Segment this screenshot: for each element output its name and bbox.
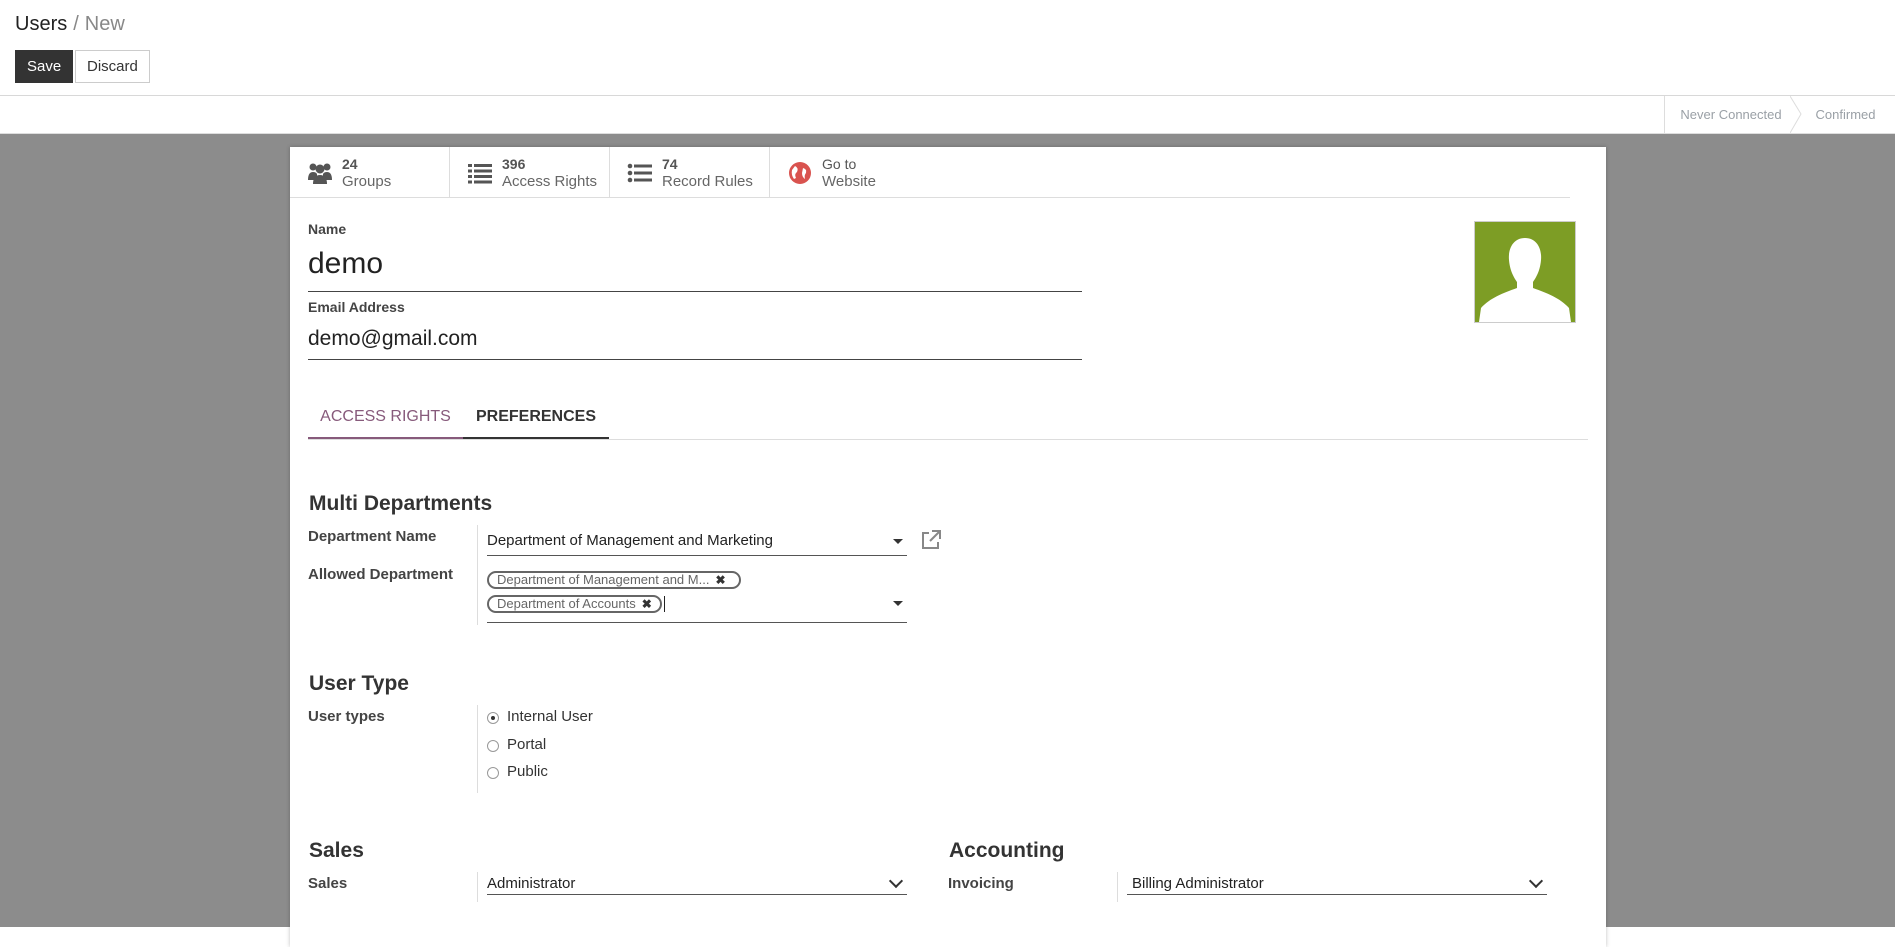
invoicing-underline	[1127, 894, 1547, 895]
access-rights-label: Access Rights	[502, 173, 598, 190]
globe-icon	[789, 162, 811, 184]
save-button[interactable]: Save	[15, 50, 74, 83]
access-rights-smart-button[interactable]: 396 Access Rights	[450, 147, 610, 197]
access-rights-count: 396	[502, 156, 526, 172]
allowed-department-tag[interactable]: Department of Accounts ✖	[487, 595, 662, 613]
dropdown-caret-icon[interactable]	[893, 539, 903, 544]
radio-internal-user[interactable]	[487, 712, 499, 724]
field-separator	[477, 705, 478, 793]
department-name-underline	[487, 555, 907, 556]
email-underline	[308, 359, 1082, 360]
list-icon	[627, 163, 652, 183]
name-underline	[308, 291, 1082, 292]
groups-count: 24	[342, 156, 358, 172]
department-name-field[interactable]: Department of Management and Marketing	[487, 532, 773, 549]
field-separator	[477, 872, 478, 902]
breadcrumb-parent[interactable]: Users	[15, 13, 67, 35]
field-separator	[477, 525, 478, 625]
remove-tag-icon[interactable]: ✖	[715, 573, 725, 587]
stage-confirmed[interactable]: Confirmed	[1796, 96, 1895, 133]
user-placeholder-icon	[1479, 238, 1571, 322]
user-type-title: User Type	[309, 672, 409, 695]
notebook-tabs: ACCESS RIGHTS PREFERENCES	[308, 395, 1588, 440]
radio-portal-label[interactable]: Portal	[507, 736, 546, 753]
sales-title: Sales	[309, 839, 364, 862]
radio-portal[interactable]	[487, 740, 499, 752]
email-field[interactable]: demo@gmail.com	[308, 327, 478, 351]
discard-button[interactable]: Discard	[75, 50, 150, 83]
tab-preferences[interactable]: PREFERENCES	[463, 395, 609, 439]
allowed-department-underline	[487, 622, 907, 623]
go-to-website-smart-button[interactable]: Go to Website	[770, 147, 930, 197]
radio-public[interactable]	[487, 767, 499, 779]
avatar[interactable]	[1474, 221, 1576, 323]
name-field[interactable]: demo	[308, 247, 383, 281]
name-label: Name	[308, 221, 347, 237]
allowed-department-label: Allowed Department	[308, 566, 454, 583]
tag-label: Department of Management and M...	[497, 572, 710, 587]
invoicing-select[interactable]: Billing Administrator	[1132, 875, 1264, 892]
radio-internal-user-label[interactable]: Internal User	[507, 708, 593, 725]
button-box: 24 Groups 396 Access Rights 74 Record Ru…	[290, 147, 1570, 198]
breadcrumb-separator: /	[73, 13, 79, 35]
tag-label: Department of Accounts	[497, 596, 636, 611]
record-rules-smart-button[interactable]: 74 Record Rules	[610, 147, 770, 197]
tab-access-rights[interactable]: ACCESS RIGHTS	[308, 395, 463, 439]
email-label: Email Address	[308, 299, 405, 315]
radio-public-label[interactable]: Public	[507, 763, 548, 780]
department-name-label: Department Name	[308, 528, 437, 545]
remove-tag-icon[interactable]: ✖	[642, 597, 652, 611]
status-bar: Never Connected Confirmed	[0, 96, 1895, 134]
groups-label: Groups	[342, 173, 392, 190]
website-label: Website	[822, 173, 876, 190]
invoicing-label: Invoicing	[948, 875, 1014, 892]
allowed-department-tag[interactable]: Department of Management and M... ✖	[487, 571, 741, 589]
dropdown-caret-icon[interactable]	[893, 601, 903, 606]
chevron-down-icon[interactable]	[1528, 873, 1544, 889]
list-icon	[468, 164, 492, 184]
record-rules-label: Record Rules	[662, 173, 753, 190]
users-icon	[308, 163, 332, 184]
go-to-text: Go to	[822, 156, 857, 172]
breadcrumb-current: New	[84, 13, 125, 35]
sales-label: Sales	[308, 875, 348, 892]
chevron-down-icon[interactable]	[888, 873, 904, 889]
control-panel: Users / New Save Discard	[0, 0, 1895, 96]
breadcrumb: Users / New	[15, 13, 125, 36]
form-sheet: 24 Groups 396 Access Rights 74 Record Ru…	[290, 147, 1606, 947]
sales-underline	[487, 894, 907, 895]
accounting-title: Accounting	[949, 839, 1065, 862]
groups-smart-button[interactable]: 24 Groups	[290, 147, 450, 197]
user-types-label: User types	[308, 708, 385, 725]
stage-never-connected[interactable]: Never Connected	[1664, 96, 1797, 133]
sales-select[interactable]: Administrator	[487, 875, 575, 892]
field-separator	[1117, 872, 1118, 902]
multi-departments-title: Multi Departments	[309, 492, 493, 515]
record-rules-count: 74	[662, 156, 678, 172]
allowed-department-input[interactable]	[664, 596, 665, 612]
external-link-icon[interactable]	[920, 529, 942, 551]
